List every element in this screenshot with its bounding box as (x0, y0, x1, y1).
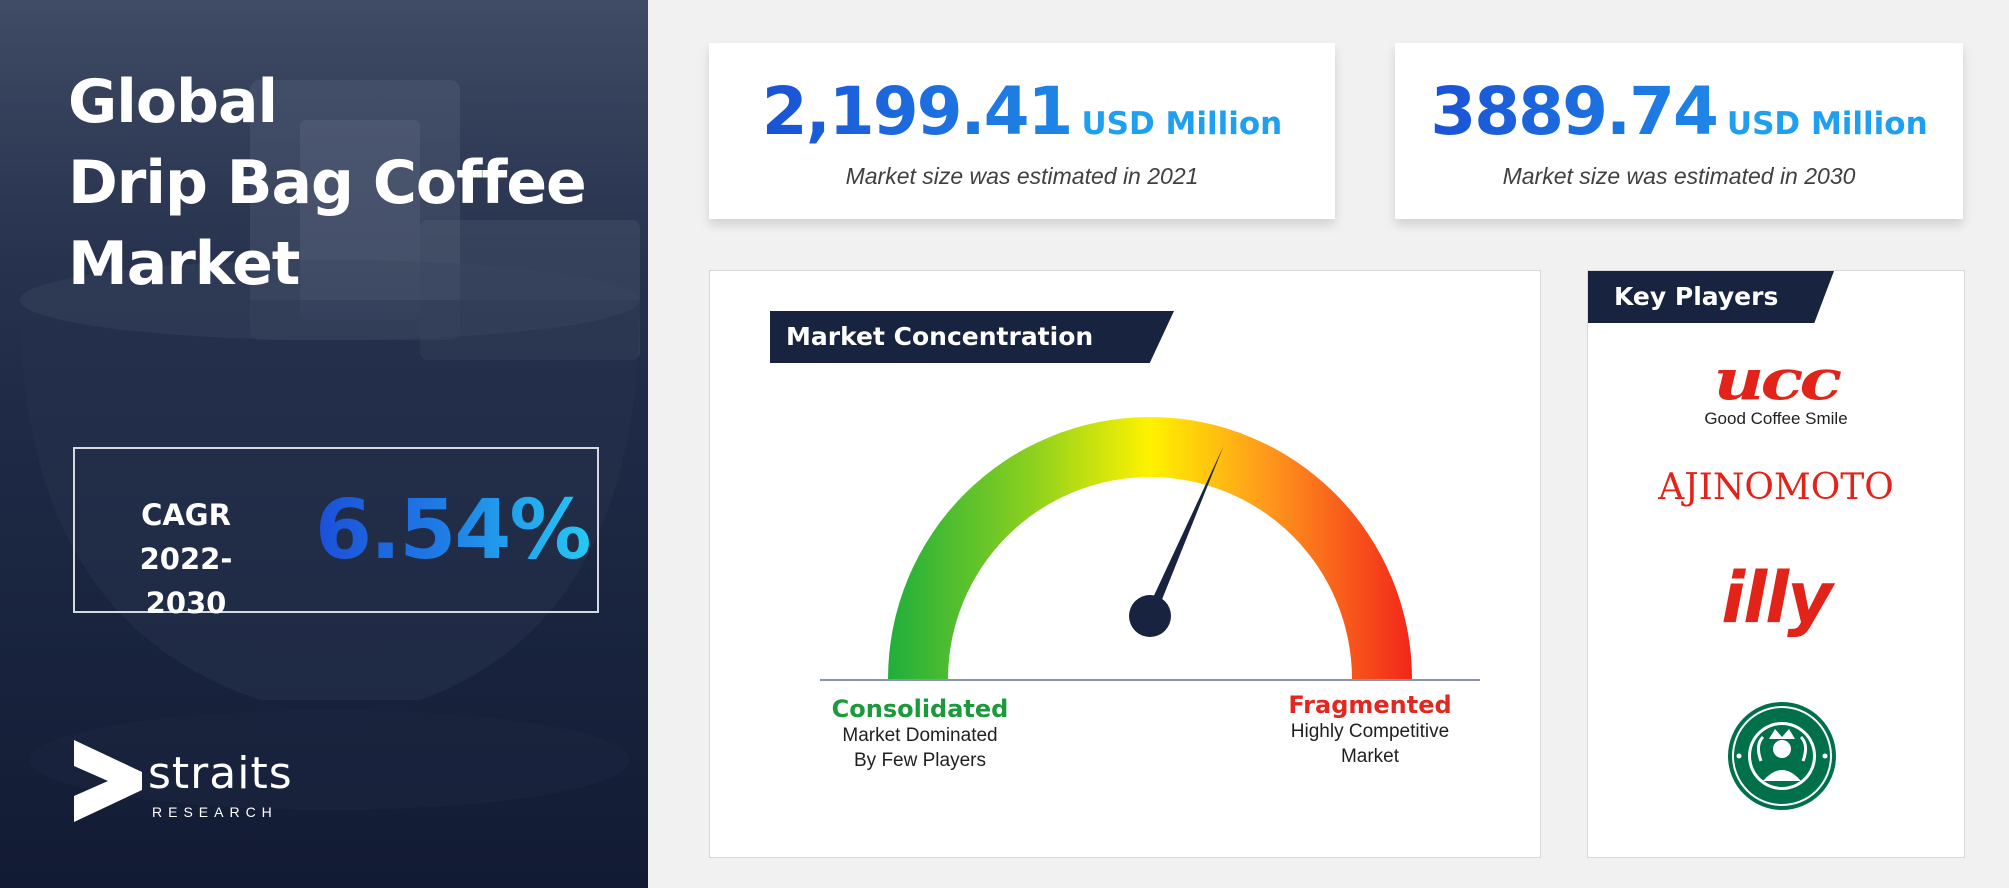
stat-caption: Market size was estimated in 2030 (1502, 163, 1856, 189)
stat-caption: Market size was estimated in 2021 (845, 163, 1199, 189)
stat-card-2030: 3889.74 USD Million Market size was estim… (1395, 43, 1963, 219)
starbucks-siren-icon (1728, 702, 1836, 810)
title-line-3: Market (68, 229, 300, 299)
title-line-1: Global (68, 67, 278, 137)
consolidated-desc-line-1: Market Dominated (842, 725, 998, 746)
stat-value: 2,199.41 (761, 73, 1074, 150)
consolidated-desc-line-2: By Few Players (854, 750, 986, 771)
brand-subtitle: RESEARCH (152, 804, 278, 820)
fragmented-label: Fragmented Highly Competitive Market (1250, 691, 1490, 769)
hero-panel: Global Drip Bag Coffee Market CAGR 2022-… (0, 0, 648, 888)
starbucks-logo (1725, 699, 1839, 813)
key-players-panel: Key Players UCC Good Coffee Smile AJINOM… (1587, 270, 1965, 858)
title-line-2: Drip Bag Coffee (68, 148, 587, 218)
market-concentration-panel: Market Concentration Consolidated Market… (709, 270, 1541, 858)
consolidated-title: Consolidated (831, 695, 1009, 723)
ucc-logo: UCC Good Coffee Smile (1588, 351, 1964, 431)
gauge-needle-hub (1129, 595, 1171, 637)
cagr-box: CAGR 2022-2030 6.54% (73, 447, 599, 620)
page-title: Global Drip Bag Coffee Market (68, 62, 587, 305)
stat-value: 3889.74 (1430, 73, 1719, 150)
cagr-label-line-2: 2022-2030 (139, 542, 233, 620)
fragmented-desc-line-2: Market (1340, 746, 1400, 767)
straits-research-logo: straits RESEARCH (72, 738, 302, 824)
illy-logo: illy (1721, 557, 1833, 639)
cagr-value: 6.54% (315, 483, 591, 578)
consolidated-label: Consolidated Market Dominated By Few Pla… (810, 695, 1030, 773)
stat-card-2021: 2,199.41 USD Million Market size was esti… (709, 43, 1335, 219)
key-players-heading: Key Players (1588, 271, 1834, 323)
market-concentration-heading: Market Concentration (770, 311, 1174, 363)
fragmented-title: Fragmented (1288, 691, 1452, 719)
stat-unit: USD Million (1726, 106, 1928, 142)
stat-unit: USD Million (1081, 106, 1283, 142)
gauge-arc (888, 417, 1412, 679)
ucc-wordmark: UCC (1713, 347, 1843, 413)
cagr-label: CAGR 2022-2030 (101, 493, 271, 625)
ajinomoto-logo: AJINOMOTO (1658, 467, 1894, 508)
fragmented-desc-line-1: Highly Competitive (1290, 721, 1450, 742)
brand-name: straits (148, 748, 293, 799)
cagr-label-line-1: CAGR (141, 498, 231, 532)
concentration-gauge (820, 417, 1480, 681)
straits-logo-mark-icon (74, 740, 142, 822)
